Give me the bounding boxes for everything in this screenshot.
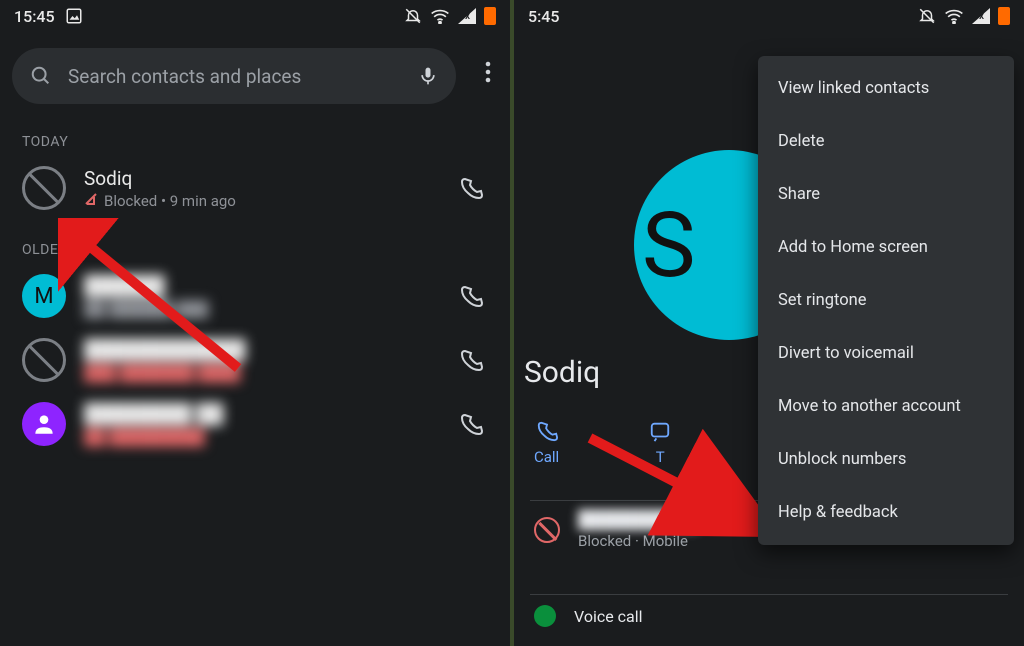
person-avatar-icon [22, 402, 66, 446]
voice-call-row[interactable]: Voice call [534, 605, 643, 627]
signal-icon: x [972, 8, 990, 24]
call-name: ████████ ██ [84, 402, 450, 426]
mic-icon[interactable] [408, 56, 448, 96]
status-time: 15:45 [14, 7, 55, 26]
wifi-icon [430, 8, 450, 24]
text-action[interactable]: T [649, 420, 671, 466]
menu-set-ringtone[interactable]: Set ringtone [758, 274, 1014, 327]
status-bar: 5:45 x [514, 0, 1024, 32]
menu-view-linked-contacts[interactable]: View linked contacts [758, 62, 1014, 115]
menu-delete[interactable]: Delete [758, 115, 1014, 168]
section-today: TODAY [22, 134, 510, 150]
gallery-icon [65, 7, 83, 25]
svg-text:x: x [465, 11, 470, 22]
search-icon [30, 65, 52, 87]
call-name: ██████ [84, 274, 450, 298]
menu-share[interactable]: Share [758, 168, 1014, 221]
menu-help-feedback[interactable]: Help & feedback [758, 486, 1014, 539]
wifi-icon [944, 8, 964, 24]
dnd-icon [404, 7, 422, 25]
call-log-screen: 15:45 x [0, 0, 510, 646]
call-row[interactable]: M ██████ ██ ██████ ███ [0, 264, 510, 328]
more-options-icon[interactable] [472, 50, 504, 94]
dnd-icon [918, 7, 936, 25]
whatsapp-icon [534, 605, 556, 627]
call-button-icon[interactable] [450, 275, 492, 317]
menu-divert-voicemail[interactable]: Divert to voicemail [758, 327, 1014, 380]
call-button-icon[interactable] [450, 403, 492, 445]
call-subtext: ███ ███████ ████ [84, 364, 450, 382]
incoming-blocked-icon [84, 192, 98, 210]
status-time: 5:45 [528, 7, 560, 26]
context-menu: View linked contacts Delete Share Add to… [758, 56, 1014, 545]
call-name: Sodiq [84, 167, 450, 190]
signal-icon: x [458, 8, 476, 24]
call-row-sodiq[interactable]: Sodiq Blocked • 9 min ago [0, 156, 510, 220]
avatar-letter: M [22, 274, 66, 318]
call-row[interactable]: ████████████ ███ ███████ ████ [0, 328, 510, 392]
search-bar[interactable]: Search contacts and places [12, 48, 456, 104]
call-button-icon[interactable] [450, 339, 492, 381]
blocked-icon [534, 517, 560, 543]
blocked-avatar-icon [22, 338, 66, 382]
contact-number-row[interactable]: ██████████ Blocked · Mobile [534, 510, 698, 550]
call-subtext: Blocked • 9 min ago [84, 192, 450, 210]
contact-number-sub: Blocked · Mobile [578, 532, 698, 550]
call-subtext: ██ █████████ [84, 428, 450, 446]
contact-action-strip: Call T [534, 420, 671, 466]
blocked-avatar-icon [22, 166, 66, 210]
contact-number: ██████████ [578, 510, 698, 530]
call-row[interactable]: ████████ ██ ██ █████████ [0, 392, 510, 456]
contact-name: Sodiq [524, 355, 600, 390]
menu-unblock-numbers[interactable]: Unblock numbers [758, 433, 1014, 486]
call-button-icon[interactable] [450, 167, 492, 209]
section-older: OLDER [22, 242, 510, 258]
menu-add-home-screen[interactable]: Add to Home screen [758, 221, 1014, 274]
call-action[interactable]: Call [534, 420, 559, 466]
battery-icon [484, 7, 496, 25]
search-placeholder: Search contacts and places [68, 65, 408, 88]
contact-detail-screen: 5:45 x S Sodiq Call [514, 0, 1024, 646]
svg-text:x: x [979, 11, 984, 22]
two-screenshot-stage: 15:45 x [0, 0, 1024, 646]
call-subtext: ██ ██████ ███ [84, 300, 450, 318]
battery-icon [998, 7, 1010, 25]
status-bar: 15:45 x [0, 0, 510, 32]
divider-line [530, 594, 1008, 595]
call-name: ████████████ [84, 338, 450, 362]
menu-move-account[interactable]: Move to another account [758, 380, 1014, 433]
